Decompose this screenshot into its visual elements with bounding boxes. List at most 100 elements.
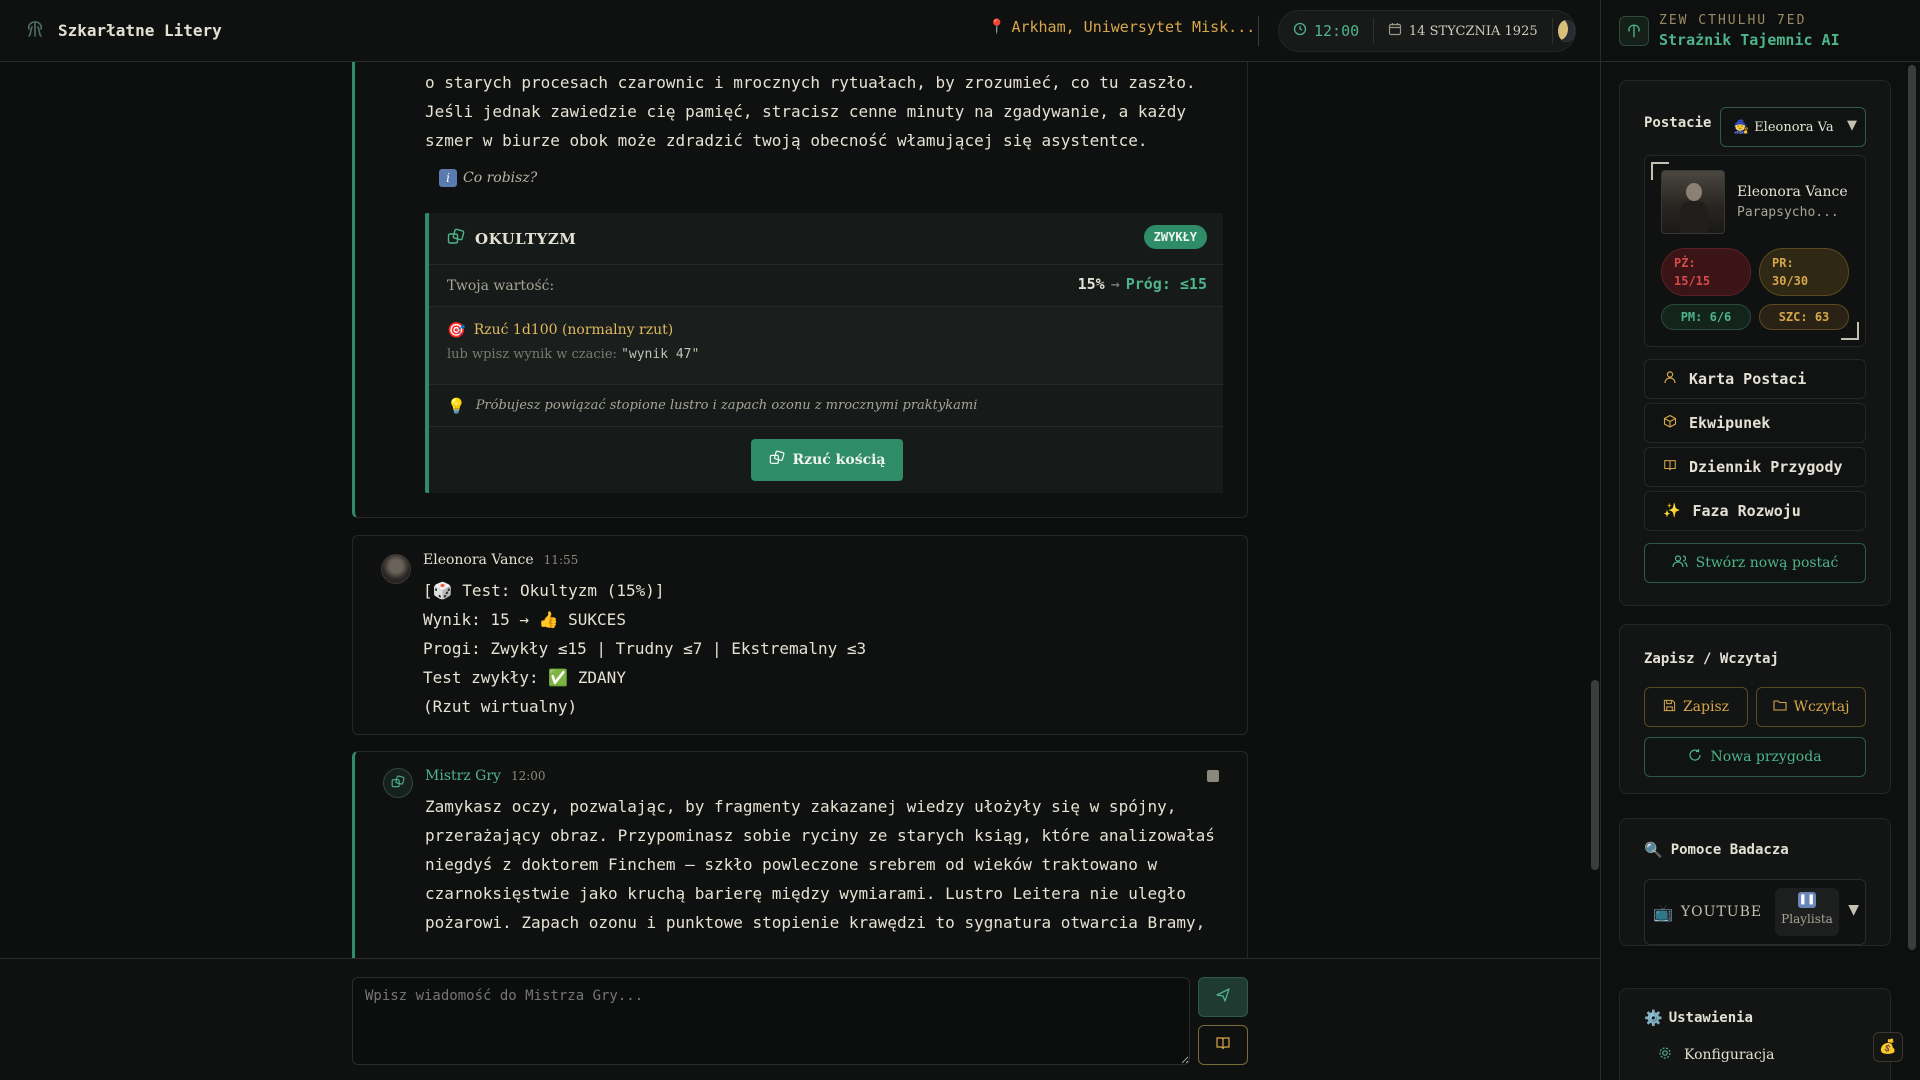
character-sheet-button[interactable]: Karta Postaci xyxy=(1644,359,1866,399)
hp-stat: PŻ: 15/15 xyxy=(1661,248,1751,296)
dice-icon xyxy=(769,450,785,470)
input-bar xyxy=(0,958,1600,1080)
youtube-label: YOUTUBE xyxy=(1680,904,1763,920)
message-line: niegdyś z doktorem Finchem – szkło powle… xyxy=(425,855,1158,874)
nav-label: Karta Postaci xyxy=(1689,370,1807,388)
message-line: czarnoksięstwie jako kruchą barierę międ… xyxy=(425,884,1186,903)
message-line: Jeśli jednak zawiedzie cię pamięć, strac… xyxy=(425,102,1186,121)
save-label: Zapisz xyxy=(1682,699,1730,715)
sparkles-icon: ✨ xyxy=(1663,503,1681,519)
journal-button[interactable] xyxy=(1198,1025,1248,1065)
playlist-label: Playlista xyxy=(1781,912,1833,926)
tv-icon: 📺 xyxy=(1653,902,1673,922)
top-bar: Szkarłatne Litery 📍 Arkham, Uniwersytet … xyxy=(0,0,1600,62)
characters-label: Postacie xyxy=(1644,115,1712,131)
aids-title: Pomoce Badacza xyxy=(1670,842,1789,858)
equipment-button[interactable]: Ekwipunek xyxy=(1644,403,1866,443)
message-input[interactable] xyxy=(352,977,1190,1065)
skill-value: 15% xyxy=(1077,275,1105,293)
divider xyxy=(1551,18,1553,44)
message-line: Test zwykły: ✅ ZDANY xyxy=(423,668,626,687)
send-button[interactable] xyxy=(1198,977,1248,1017)
pause-icon: ❚❚ xyxy=(1798,892,1816,908)
gear-icon: ⚙️ xyxy=(1644,1009,1663,1027)
map-pin-icon: 📍 xyxy=(988,19,1006,35)
message-line: pożarowi. Zapach ozonu i punktowe stopie… xyxy=(425,913,1206,932)
character-name: Eleonora Vance xyxy=(1737,184,1848,200)
money-bag-button[interactable]: 💰 xyxy=(1873,1032,1903,1062)
config-item[interactable]: Konfiguracja xyxy=(1658,1045,1774,1064)
stop-button[interactable] xyxy=(1207,770,1219,782)
arrow: → xyxy=(1110,275,1120,293)
users-icon xyxy=(1672,554,1688,572)
create-character-label: Stwórz nową postać xyxy=(1695,555,1839,571)
panel-subtitle: ZEW CTHULHU 7ED xyxy=(1659,12,1807,28)
new-adventure-button[interactable]: Nowa przygoda xyxy=(1644,737,1866,777)
folder-icon xyxy=(1773,699,1787,715)
message-line: [🎲 Test: Okultyzm (15%)] xyxy=(423,581,665,600)
lightbulb-icon: 💡 xyxy=(447,396,466,415)
refresh-icon xyxy=(1688,748,1702,766)
roll-dice-button[interactable]: Rzuć kością xyxy=(751,439,903,481)
character-card[interactable]: Eleonora Vance Parapsycho... PŻ: 15/15 P… xyxy=(1644,155,1866,347)
book-icon xyxy=(1215,1035,1231,1055)
luck-stat: SZC: 63 xyxy=(1759,304,1849,330)
check-note: Próbujesz powiązać stopione lustro i zap… xyxy=(475,398,978,413)
right-panel: ZEW CTHULHU 7ED Strażnik Tajemnic AI Pos… xyxy=(1600,0,1920,1080)
message-time: 11:55 xyxy=(543,553,579,567)
money-bag-icon: 💰 xyxy=(1879,1039,1897,1055)
selected-character: Eleonora Va xyxy=(1754,119,1834,135)
gm-message: Mistrz Gry 12:00 Zamykasz oczy, pozwalaj… xyxy=(352,751,1248,958)
author-name: Mistrz Gry xyxy=(425,768,501,784)
panel-title: Strażnik Tajemnic AI xyxy=(1659,30,1840,49)
send-icon xyxy=(1215,987,1231,1007)
message-line: o starych procesach czarownic i mrocznyc… xyxy=(425,73,1196,92)
gm-avatar xyxy=(383,768,413,798)
settings-title: Ustawienia xyxy=(1668,1010,1753,1026)
threshold: Próg: ≤15 xyxy=(1125,275,1207,293)
prompt-text: Co robisz? xyxy=(463,170,538,186)
development-phase-button[interactable]: ✨ Faza Rozwoju xyxy=(1644,491,1866,531)
create-character-button[interactable]: Stwórz nową postać xyxy=(1644,543,1866,583)
adventure-log-button[interactable]: Dziennik Przygody xyxy=(1644,447,1866,487)
avatar xyxy=(381,554,411,584)
chat-scrollbar[interactable] xyxy=(1591,680,1599,870)
nav-label: Dziennik Przygody xyxy=(1689,458,1843,476)
sanity-stat: PR: 30/30 xyxy=(1759,248,1849,296)
mp-stat: PM: 6/6 xyxy=(1661,304,1751,330)
load-button[interactable]: Wczytaj xyxy=(1756,687,1866,727)
playlist-toggle[interactable]: ❚❚ Playlista xyxy=(1775,888,1839,936)
hint-prefix: lub wpisz wynik w czacie: xyxy=(447,347,617,362)
message-line: Progi: Zwykły ≤15 | Trudny ≤7 | Ekstrema… xyxy=(423,639,867,658)
youtube-player[interactable]: 📺 YOUTUBE ❚❚ Playlista ▼ xyxy=(1644,879,1866,945)
location-indicator[interactable]: 📍 Arkham, Uniwersytet Misk... xyxy=(988,18,1255,36)
value-label: Twoja wartość: xyxy=(447,277,555,294)
panel-header: ZEW CTHULHU 7ED Strażnik Tajemnic AI xyxy=(1601,0,1920,62)
skill-check-card: OKULTYZM ZWYKŁY Twoja wartość: 15% → Pró… xyxy=(425,213,1223,493)
brand[interactable]: Szkarłatne Litery xyxy=(0,0,222,61)
message-time: 12:00 xyxy=(510,769,546,783)
chevron-down-icon[interactable]: ▼ xyxy=(1848,902,1859,918)
characters-card: Postacie 🧙 Eleonora Va ▼ Eleonora Vance … xyxy=(1619,80,1891,606)
load-label: Wczytaj xyxy=(1793,699,1850,715)
moon-phase-icon[interactable] xyxy=(1558,20,1575,42)
message-line: Zamykasz oczy, pozwalając, by fragmenty … xyxy=(425,797,1177,816)
settings-card: ⚙️ Ustawienia Konfiguracja xyxy=(1619,988,1891,1080)
clock-icon xyxy=(1293,22,1307,40)
game-time: 12:00 xyxy=(1314,22,1360,40)
author-name: Eleonora Vance xyxy=(423,552,534,568)
save-load-card: Zapisz / Wczytaj Zapisz Wczytaj Nowa prz… xyxy=(1619,624,1891,794)
skill-name: OKULTYZM xyxy=(475,229,577,248)
target-icon: 🎯 xyxy=(447,321,466,339)
magnifier-icon: 🔍 xyxy=(1644,841,1663,859)
chat-area[interactable]: o starych procesach czarownic i mrocznyc… xyxy=(0,62,1600,958)
hint-example: "wynik 47" xyxy=(621,347,700,362)
character-select[interactable]: 🧙 Eleonora Va ▼ xyxy=(1720,107,1866,147)
difficulty-badge: ZWYKŁY xyxy=(1143,225,1207,249)
save-button[interactable]: Zapisz xyxy=(1644,687,1748,727)
divider xyxy=(1258,16,1259,46)
user-icon xyxy=(1663,370,1677,388)
panel-scrollbar[interactable] xyxy=(1908,65,1916,950)
message-line: szmer w biurze obok może zdradzić twoją … xyxy=(425,131,1148,150)
tentacle-logo-icon xyxy=(1619,15,1649,46)
